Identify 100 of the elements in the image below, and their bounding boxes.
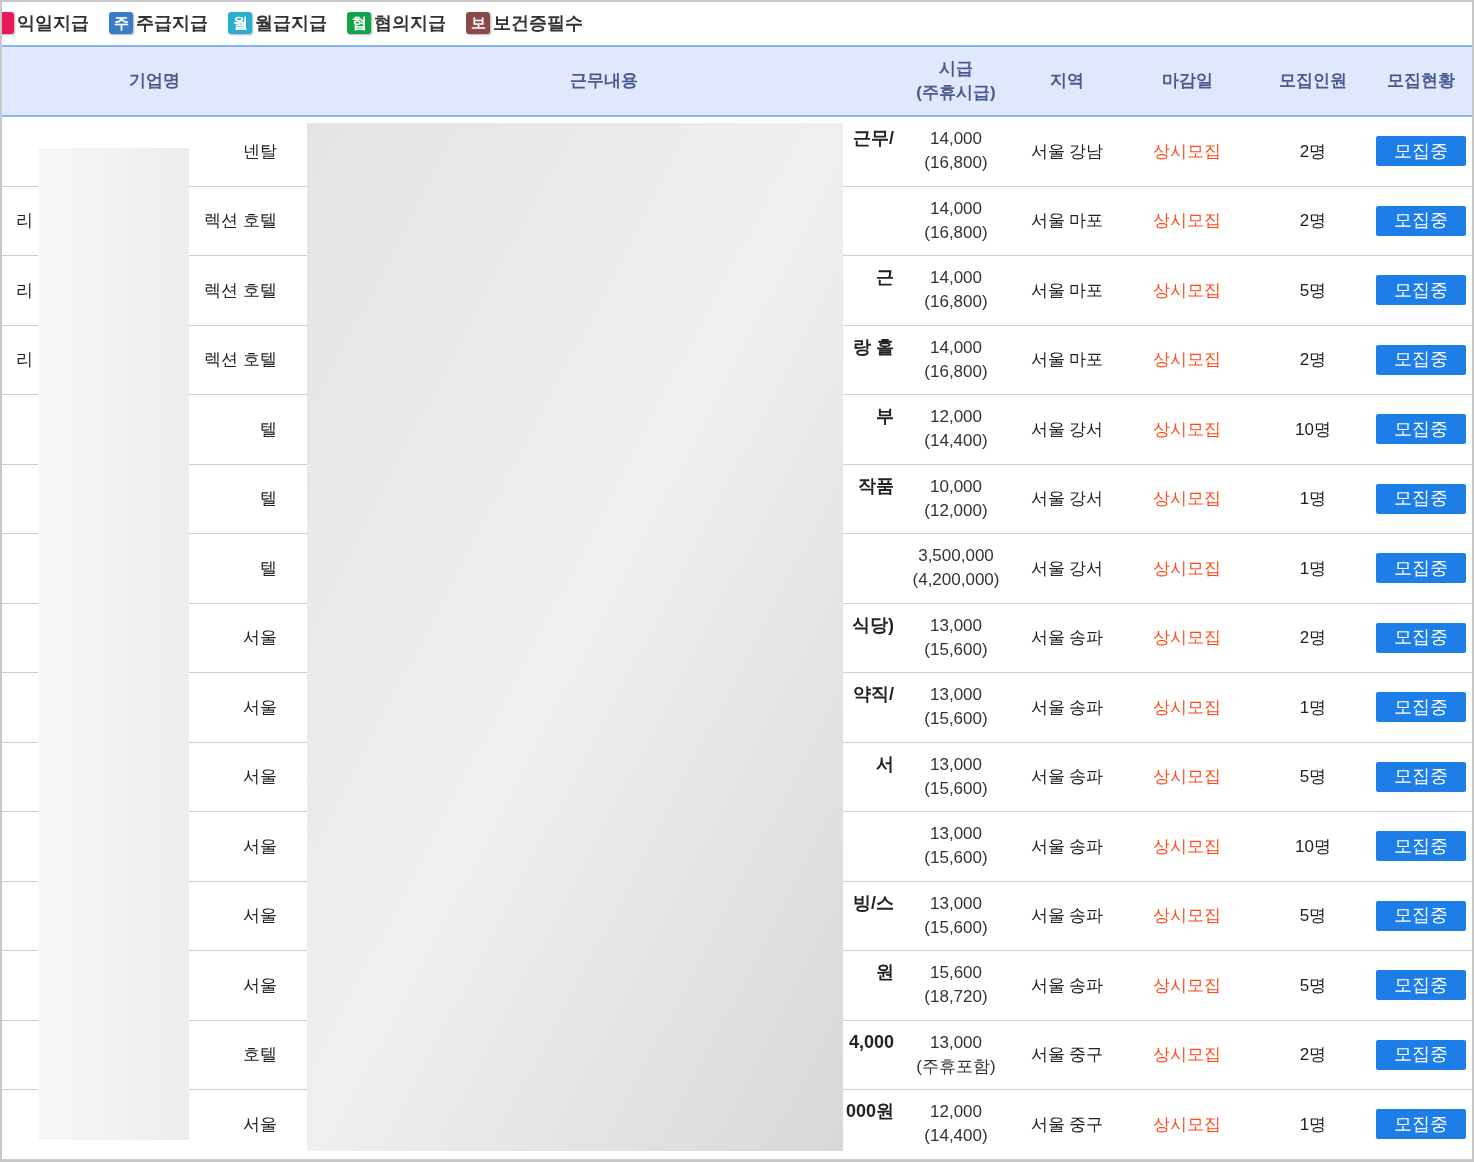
column-header: 모집현황 [1387,70,1455,92]
weekly-wage-text: (16,800) [924,221,988,244]
work-description: 작품 [858,474,894,497]
weekly-wage-text: (15,600) [924,847,988,870]
work-description: 빙/스 [853,891,894,914]
recruiting-button[interactable]: 모집중 [1376,344,1466,375]
legend-label: 월급지급 [255,11,327,35]
deadline-text: 상시모집 [1153,210,1221,232]
region-text: 서울 송파 [1030,627,1104,649]
wage-text: 10,000 [930,475,982,498]
recruiting-button[interactable]: 모집중 [1376,1109,1466,1140]
region-text: 서울 송파 [1030,835,1104,858]
recruiting-button[interactable]: 모집중 [1376,483,1466,514]
wage-text: 13,000 [930,892,982,915]
company-name: 텔 [260,418,277,441]
company-name: 서울 [243,1113,277,1136]
deadline-text: 상시모집 [1153,974,1221,997]
company-name: 서울 [243,696,277,719]
column-header: 마감일 [1161,70,1213,92]
company-name: 렉션 호텔 [204,349,277,371]
headcount-text: 2명 [1299,140,1327,163]
work-description: 약직/ [853,683,894,705]
company-name: 리 [16,349,33,371]
weekly-wage-text: (16,800) [924,360,988,383]
legend-badge: 월 [228,12,252,34]
recruiting-button[interactable]: 모집중 [1376,900,1466,931]
recruiting-button[interactable]: 모집중 [1376,761,1466,792]
region-text: 서울 마포 [1030,279,1104,302]
headcount-text: 10명 [1295,418,1331,441]
region-text: 서울 송파 [1030,766,1104,788]
wage-text: 14,000 [930,336,982,359]
region-text: 서울 송파 [1030,696,1104,719]
company-name: 서울 [243,766,277,788]
headcount-text: 2명 [1299,1044,1327,1066]
weekly-wage-text: (주휴포함) [916,1055,996,1078]
company-name: 서울 [243,974,277,997]
recruiting-button[interactable]: 모집중 [1376,1039,1466,1070]
deadline-text: 상시모집 [1153,488,1221,510]
company-name: 렉션 호텔 [204,279,277,302]
region-text: 서울 강서 [1030,557,1104,580]
wage-text: 12,000 [930,1101,982,1124]
headcount-text: 5명 [1299,279,1327,302]
deadline-text: 상시모집 [1153,279,1221,302]
weekly-wage-text: (15,600) [924,708,988,731]
deadline-text: 상시모집 [1153,1113,1221,1136]
weekly-wage-text: (4,200,000) [912,569,1000,592]
headcount-text: 5명 [1299,974,1327,997]
column-header: 근무내용 [569,70,638,92]
work-description: 랑 홀 [853,335,894,358]
company-name: 리 [16,279,33,302]
deadline-text: 상시모집 [1153,1044,1221,1066]
recruiting-button[interactable]: 모집중 [1376,553,1466,584]
wage-text: 3,500,000 [918,545,994,568]
wage-text: 14,000 [930,128,982,151]
deadline-text: 상시모집 [1153,766,1221,788]
recruiting-button[interactable]: 모집중 [1376,831,1466,862]
wage-text: 12,000 [930,406,982,429]
legend-label: 협의지급 [374,11,446,35]
work-description: 식당) [852,613,894,636]
deadline-text: 상시모집 [1153,349,1221,371]
company-name: 리 [16,210,33,232]
headcount-text: 2명 [1299,349,1327,371]
company-name: 서울 [243,627,277,649]
company-name: 서울 [243,905,277,927]
column-header: 기업명 [129,70,180,92]
wage-text: 13,000 [930,1031,982,1054]
company-name: 서울 [243,835,277,858]
legend-badge: 협 [347,12,371,34]
recruiting-button[interactable]: 모집중 [1376,136,1466,167]
headcount-text: 1명 [1299,696,1327,719]
recruiting-button[interactable]: 모집중 [1376,275,1466,306]
region-text: 서울 강서 [1030,418,1104,441]
headcount-text: 2명 [1299,627,1327,649]
recruiting-button[interactable]: 모집중 [1376,692,1466,723]
recruiting-button[interactable]: 모집중 [1376,970,1466,1001]
recruiting-button[interactable]: 모집중 [1376,205,1466,236]
region-text: 서울 마포 [1030,349,1104,371]
recruiting-button[interactable]: 모집중 [1376,414,1466,445]
weekly-wage-text: (16,800) [924,291,988,314]
legend-label: 익일지급 [17,11,89,35]
weekly-wage-text: (14,400) [924,430,988,453]
region-text: 서울 중구 [1030,1113,1104,1136]
weekly-wage-text: (12,000) [924,499,988,522]
headcount-text: 1명 [1299,1113,1327,1136]
headcount-text: 2명 [1299,210,1327,232]
weekly-wage-text: (15,600) [924,916,988,939]
work-description: 원 [876,961,894,983]
legend-label: 주급지급 [136,11,208,35]
company-name: 텔 [260,488,277,510]
column-header: 시급 (주휴시급) [916,58,996,104]
company-name: 호텔 [243,1044,277,1066]
column-header: 지역 [1050,70,1084,92]
headcount-text: 5명 [1299,766,1327,788]
wage-text: 13,000 [930,753,982,776]
deadline-text: 상시모집 [1153,557,1221,580]
recruiting-button[interactable]: 모집중 [1376,622,1466,653]
wage-text: 14,000 [930,267,982,290]
deadline-text: 상시모집 [1153,418,1221,441]
headcount-text: 10명 [1295,835,1331,858]
wage-text: 14,000 [930,197,982,220]
